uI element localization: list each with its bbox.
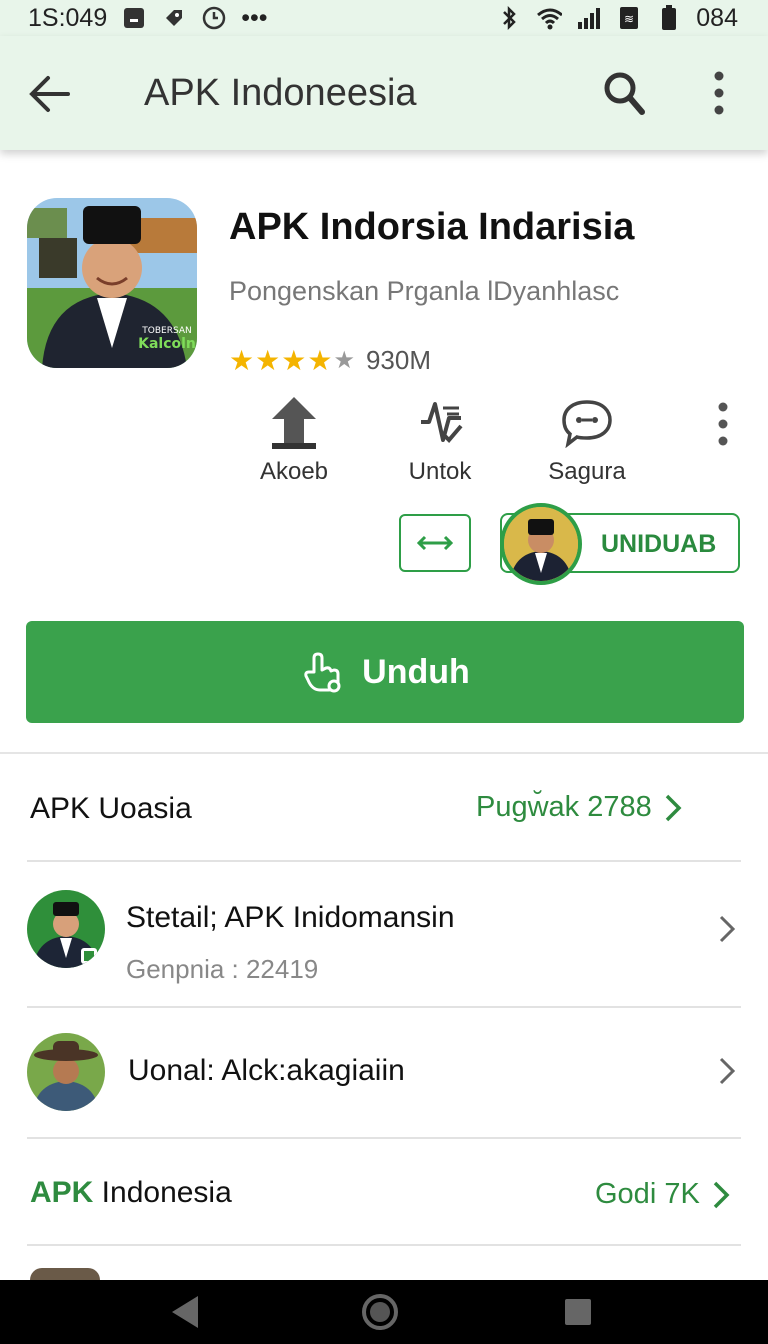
status-bar: 1S:049 ••• ≋ 084 — [0, 0, 768, 36]
app-bar: APK Indoneesia — [0, 36, 768, 150]
signal-icon — [576, 6, 602, 30]
app-name: APK Indorsia Indarisia — [229, 206, 635, 248]
tag-icon — [161, 6, 187, 30]
more-notifications-icon: ••• — [241, 3, 268, 32]
nav-back-button[interactable] — [164, 1290, 208, 1334]
chat-bubble-icon — [562, 400, 612, 448]
battery-level: 084 — [696, 3, 738, 32]
notification-icon — [121, 6, 147, 30]
action-label: Akoeb — [259, 458, 329, 485]
rating-count: 930M — [365, 345, 431, 375]
list-item-title: Stetail; APK Inidomansin — [126, 901, 455, 934]
icon-badge-line2: Kalcoln — [138, 336, 196, 352]
search-button[interactable] — [602, 70, 646, 116]
avatar-partial — [30, 1268, 100, 1280]
icon-badge-line1: TOBERSAN — [141, 326, 191, 336]
section-title: APK Indonesia — [30, 1176, 232, 1210]
arrows-horizontal-icon — [416, 535, 454, 551]
more-vert-icon — [718, 402, 728, 446]
action-sagura[interactable]: Sagura — [527, 394, 647, 486]
section-link-label: Pugw̆ak 2788 — [476, 791, 652, 823]
star-icon: ★ — [281, 345, 307, 376]
list-item-subtitle: Genpnia : 22419 — [126, 954, 319, 984]
svg-text:≋: ≋ — [624, 12, 634, 26]
sim-icon: ≋ — [616, 6, 642, 30]
overflow-menu-button[interactable] — [706, 70, 732, 116]
chevron-right-icon — [719, 1057, 736, 1085]
actions-more-button[interactable] — [712, 402, 734, 446]
app-icon: TOBERSAN Kalcoln — [27, 198, 197, 368]
arrow-left-icon — [29, 76, 70, 112]
avatar — [27, 890, 105, 968]
system-nav-bar — [0, 1280, 768, 1344]
section-title-accent: APK — [30, 1176, 94, 1209]
status-left: 1S:049 ••• — [28, 4, 268, 33]
avatar — [500, 503, 582, 585]
clock-icon — [201, 6, 227, 30]
download-label: Unduh — [362, 652, 470, 691]
star-icon: ★ — [229, 345, 255, 376]
circle-home-icon — [362, 1294, 398, 1330]
unduab-label: UNIDUAB — [601, 530, 717, 558]
section-title-rest: Indonesia — [93, 1176, 232, 1209]
page-title: APK Indoneesia — [144, 72, 417, 114]
activity-icon — [421, 402, 463, 443]
row-separator — [27, 1137, 741, 1139]
expand-button[interactable] — [399, 514, 471, 572]
section-title: APK Uoasia — [30, 792, 192, 825]
battery-icon — [656, 5, 682, 30]
hand-tap-icon — [304, 652, 341, 693]
star-half-icon: ★ — [333, 347, 355, 374]
nav-recents-button[interactable] — [556, 1290, 600, 1334]
section-link-label: Godi 7K — [595, 1178, 700, 1210]
action-label: Sagura — [548, 458, 626, 485]
triangle-back-icon — [172, 1296, 198, 1328]
star-icon: ★ — [255, 345, 281, 376]
avatar — [27, 1033, 105, 1111]
list-item-title: Uonal: Alck:akagiaiin — [128, 1054, 405, 1087]
rating-row: ★ ★ ★ ★ ★ 930M — [229, 344, 431, 377]
action-untok[interactable]: Untok — [380, 394, 500, 486]
nav-home-button[interactable] — [358, 1290, 402, 1334]
wifi-icon — [536, 6, 563, 30]
square-recents-icon — [565, 1299, 591, 1325]
row-separator — [27, 1244, 741, 1246]
section-see-more-link[interactable]: Pugw̆ak 2788 — [476, 791, 684, 824]
divider — [0, 752, 768, 754]
more-vert-icon — [714, 71, 724, 115]
download-button[interactable]: Unduh — [26, 621, 744, 723]
app-developer: Pongenskan Prganla lDyanhlasc — [229, 276, 620, 306]
upload-arrow-icon — [272, 397, 316, 449]
chevron-right-icon — [719, 915, 736, 943]
back-button[interactable] — [28, 74, 74, 114]
status-time: 1S:049 — [28, 3, 108, 32]
list-item[interactable]: Uonal: Alck:akagiaiin — [27, 1008, 741, 1136]
action-akoeb[interactable]: Akoeb — [234, 394, 354, 486]
star-icon: ★ — [307, 345, 333, 376]
section-see-more-link[interactable]: Godi 7K — [595, 1178, 732, 1211]
chevron-right-icon — [713, 1181, 730, 1208]
search-icon — [604, 72, 645, 115]
status-right: ≋ 084 — [496, 4, 738, 33]
list-item[interactable]: Stetail; APK Inidomansin Genpnia : 22419 — [27, 862, 741, 1006]
action-label: Untok — [408, 458, 472, 485]
bluetooth-icon — [496, 6, 522, 30]
chevron-right-icon — [665, 794, 682, 821]
